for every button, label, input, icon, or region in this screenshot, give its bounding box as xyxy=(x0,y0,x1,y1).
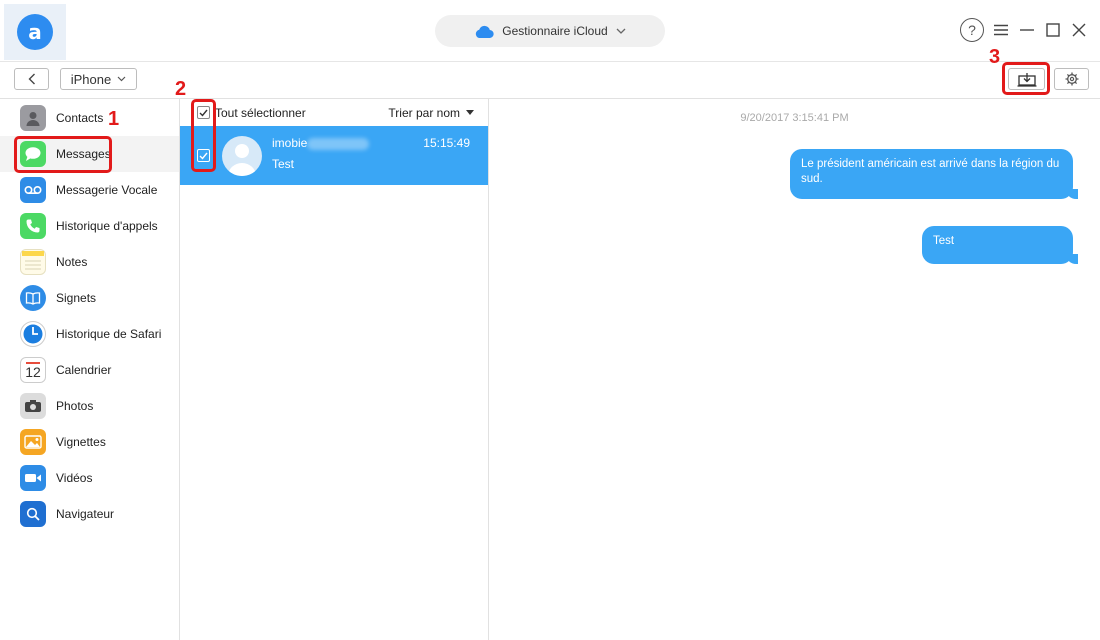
notes-icon xyxy=(20,249,46,275)
calendar-icon: 12 xyxy=(20,357,46,383)
sidebar-item-label: Messagerie Vocale xyxy=(56,183,158,197)
calendar-day: 12 xyxy=(25,363,41,380)
title-bar: a Gestionnaire iCloud ? xyxy=(0,0,1100,62)
sidebar-item-browser[interactable]: Navigateur xyxy=(0,496,179,532)
list-header: Tout sélectionner Trier par nom xyxy=(180,99,488,126)
close-icon[interactable] xyxy=(1070,21,1088,39)
category-sidebar: Contacts Messages Messagerie Vocale Hist… xyxy=(0,99,180,640)
minimize-icon[interactable] xyxy=(1018,21,1036,39)
caret-down-icon xyxy=(466,110,474,115)
icloud-manager-dropdown[interactable]: Gestionnaire iCloud xyxy=(435,15,665,47)
video-icon xyxy=(20,465,46,491)
message-bubble: Le président américain est arrivé dans l… xyxy=(790,149,1078,199)
sidebar-item-voicemail[interactable]: Messagerie Vocale xyxy=(0,172,179,208)
safari-icon xyxy=(20,321,46,347)
sidebar-item-label: Vignettes xyxy=(56,435,106,449)
sidebar-item-label: Navigateur xyxy=(56,507,115,521)
sidebar-item-videos[interactable]: Vidéos xyxy=(0,460,179,496)
sidebar-item-label: Contacts xyxy=(56,111,104,125)
sidebar-item-thumbnails[interactable]: Vignettes xyxy=(0,424,179,460)
sidebar-item-bookmarks[interactable]: Signets xyxy=(0,280,179,316)
window-controls: ? xyxy=(960,18,1088,42)
annotation-box-checkboxes xyxy=(191,99,216,172)
thumbnails-icon xyxy=(20,429,46,455)
app-logo-letter: a xyxy=(28,20,42,44)
camera-icon xyxy=(20,393,46,419)
annotation-step-3: 3 xyxy=(989,46,1001,68)
chevron-left-icon xyxy=(28,73,35,85)
gear-icon xyxy=(1065,72,1078,86)
sidebar-item-label: Historique de Safari xyxy=(56,327,162,341)
contacts-icon xyxy=(20,105,46,131)
sidebar-item-call-history[interactable]: Historique d'appels xyxy=(0,208,179,244)
sidebar-item-calendar[interactable]: 12 Calendrier xyxy=(0,352,179,388)
phone-icon xyxy=(20,213,46,239)
app-logo: a xyxy=(4,4,66,60)
annotation-step-2: 2 xyxy=(175,78,187,100)
sidebar-item-label: Vidéos xyxy=(56,471,93,485)
sort-label: Trier par nom xyxy=(388,105,460,120)
chevron-down-icon xyxy=(117,74,126,84)
message-time: 15:15:49 xyxy=(423,136,470,150)
settings-button[interactable] xyxy=(1054,68,1089,90)
device-selector[interactable]: iPhone xyxy=(60,68,137,90)
select-all-label: Tout sélectionner xyxy=(215,105,306,120)
conversation-row[interactable]: imobie Test 15:15:49 xyxy=(180,126,488,185)
sidebar-item-notes[interactable]: Notes xyxy=(0,244,179,280)
toolbar: iPhone xyxy=(0,62,1100,99)
sort-dropdown[interactable]: Trier par nom xyxy=(388,106,474,120)
annotation-box-messages xyxy=(14,136,112,173)
cloud-icon xyxy=(474,25,494,38)
sidebar-item-contacts[interactable]: Contacts xyxy=(0,100,179,136)
sidebar-item-label: Notes xyxy=(56,255,88,269)
sidebar-item-label: Historique d'appels xyxy=(56,219,158,233)
chevron-down-icon xyxy=(616,26,626,37)
device-label: iPhone xyxy=(70,71,112,87)
annotation-step-1: 1 xyxy=(108,108,120,130)
annotation-box-export xyxy=(1002,62,1050,95)
bookmark-icon xyxy=(20,285,46,311)
menu-icon[interactable] xyxy=(992,21,1010,39)
help-icon[interactable]: ? xyxy=(960,18,984,42)
conversation-pane: 9/20/2017 3:15:41 PM Le président améric… xyxy=(489,99,1100,640)
message-preview: Test xyxy=(272,157,295,171)
message-list-pane: Tout sélectionner Trier par nom imobie T… xyxy=(180,99,489,640)
sidebar-item-label: Signets xyxy=(56,291,97,305)
maximize-icon[interactable] xyxy=(1044,21,1062,39)
app-logo-icon: a xyxy=(17,14,53,50)
back-button[interactable] xyxy=(14,68,49,90)
redacted-name-blur xyxy=(307,138,369,150)
sidebar-item-safari-history[interactable]: Historique de Safari xyxy=(0,316,179,352)
avatar xyxy=(222,136,262,176)
message-bubble: Test xyxy=(922,226,1078,264)
sidebar-item-photos[interactable]: Photos xyxy=(0,388,179,424)
help-glyph: ? xyxy=(968,22,976,38)
sidebar-item-label: Photos xyxy=(56,399,94,413)
browser-search-icon xyxy=(20,501,46,527)
icloud-manager-label: Gestionnaire iCloud xyxy=(502,24,608,38)
sidebar-item-label: Calendrier xyxy=(56,363,112,377)
conversation-timestamp: 9/20/2017 3:15:41 PM xyxy=(740,112,849,124)
voicemail-icon xyxy=(20,177,46,203)
contact-name: imobie xyxy=(272,136,308,150)
